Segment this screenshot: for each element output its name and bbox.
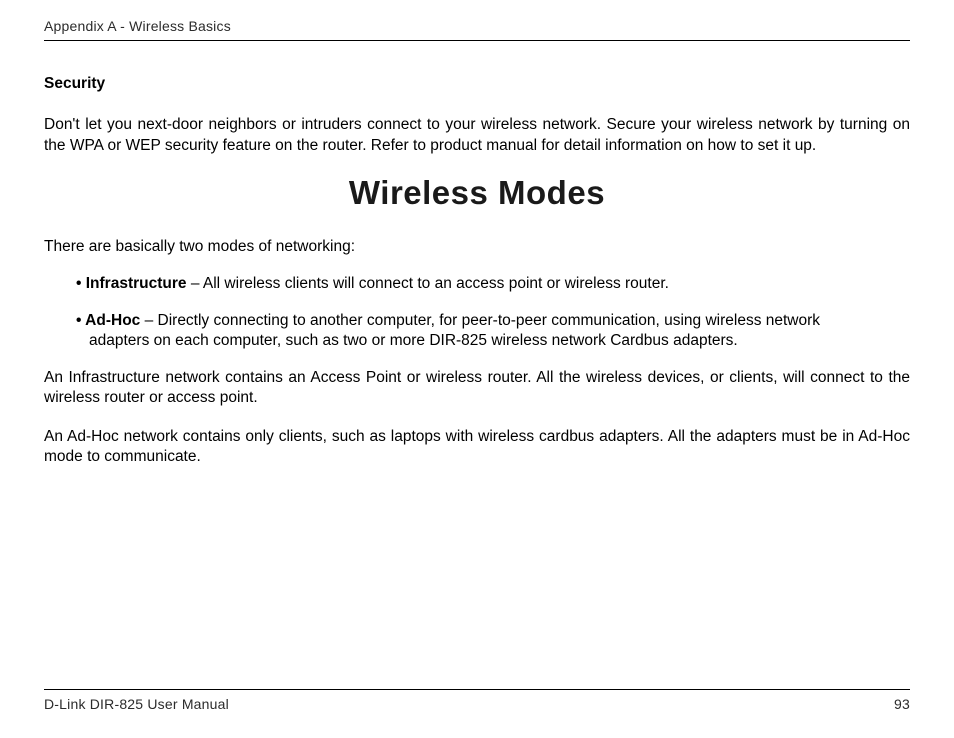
security-paragraph: Don't let you next-door neighbors or int… [44, 115, 910, 156]
bullet-text: – All wireless clients will connect to a… [187, 275, 669, 292]
bullet-item-infrastructure: Infrastructure – All wireless clients wi… [76, 274, 910, 294]
bullet-list: Infrastructure – All wireless clients wi… [44, 274, 910, 351]
bullet-item-adhoc: Ad-Hoc – Directly connecting to another … [76, 311, 910, 352]
paragraph-adhoc: An Ad-Hoc network contains only clients,… [44, 427, 910, 468]
footer-page-number: 93 [894, 696, 910, 712]
bullet-label: Infrastructure [86, 275, 187, 292]
intro-text: There are basically two modes of network… [44, 238, 910, 256]
page-content: Security Don't let you next-door neighbo… [44, 41, 910, 689]
page-footer: D-Link DIR-825 User Manual 93 [44, 689, 910, 738]
main-title: Wireless Modes [44, 174, 910, 212]
page-container: Appendix A - Wireless Basics Security Do… [0, 0, 954, 738]
page-header: Appendix A - Wireless Basics [44, 18, 910, 41]
security-heading: Security [44, 75, 910, 93]
bullet-label: Ad-Hoc [85, 312, 140, 329]
bullet-continuation: adapters on each computer, such as two o… [76, 331, 910, 351]
header-text: Appendix A - Wireless Basics [44, 18, 231, 34]
footer-left: D-Link DIR-825 User Manual [44, 696, 229, 712]
paragraph-infrastructure: An Infrastructure network contains an Ac… [44, 368, 910, 409]
bullet-text: – Directly connecting to another compute… [140, 312, 820, 329]
